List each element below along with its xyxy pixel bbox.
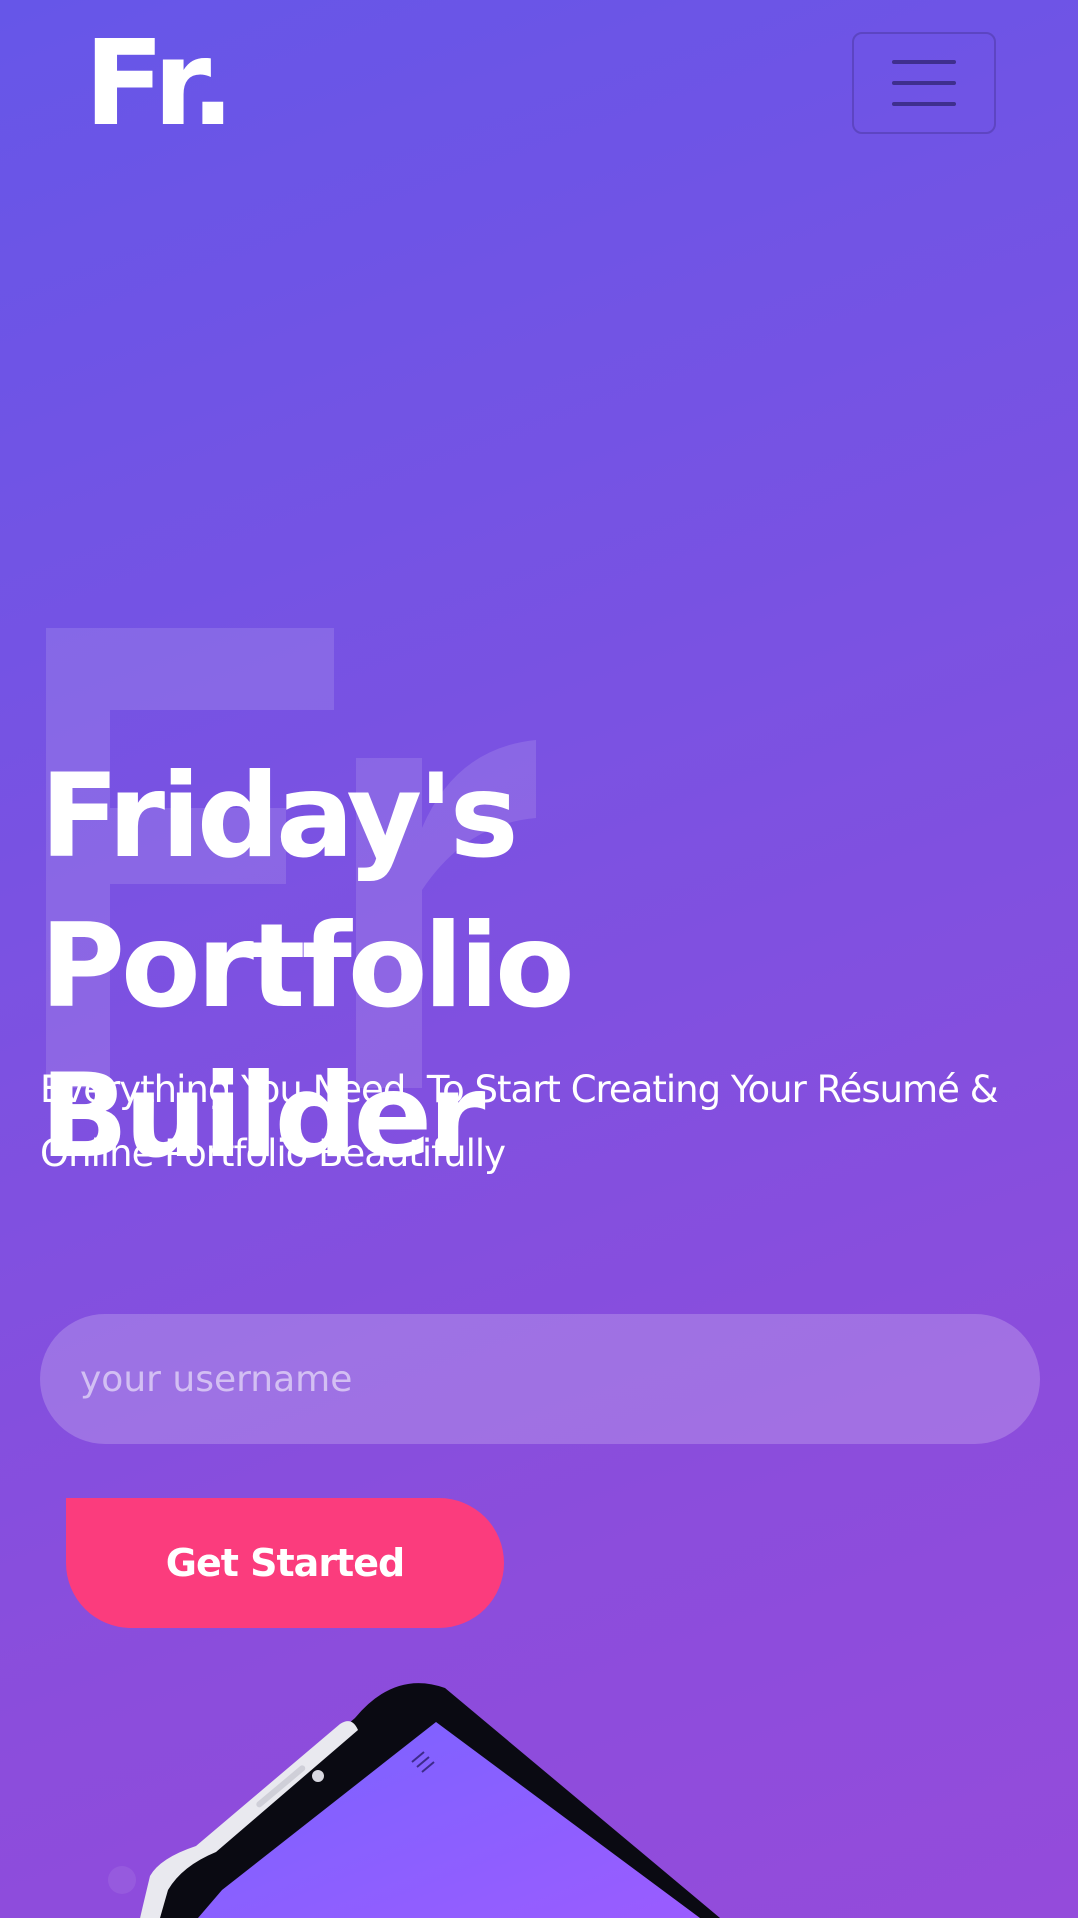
menu-button[interactable] [852,32,996,134]
logo[interactable]: Fr. [84,24,235,142]
username-input[interactable] [40,1314,1040,1444]
hero-subtitle: Everything You Need. To Start Creating Y… [40,1068,999,1175]
get-started-button[interactable]: Get Started [66,1498,504,1628]
landing-page: Fr. Friday's Portfolio Builder Everythin… [0,0,1078,1918]
hamburger-icon [892,60,956,106]
phone-mockup-illustration [108,1683,720,1918]
